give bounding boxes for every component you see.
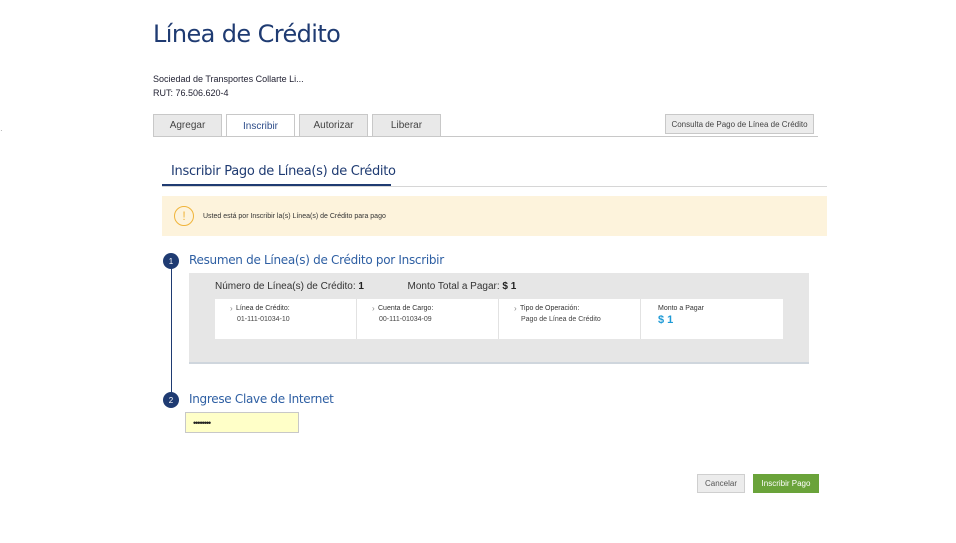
operation-type-label: Tipo de Operación:	[520, 305, 580, 312]
submit-payment-button[interactable]: Inscribir Pago	[753, 474, 819, 493]
step-connector	[171, 268, 172, 393]
total-amount-value: $ 1	[502, 281, 517, 292]
alert-text: Usted está por Inscribir la(s) Línea(s) …	[203, 212, 386, 220]
consult-payment-button[interactable]: Consulta de Pago de Línea de Crédito	[665, 114, 814, 134]
amount-cell: Monto a Pagar $ 1	[641, 299, 783, 339]
company-rut: RUT: 76.506.620-4	[153, 88, 229, 98]
line-count-value: 1	[358, 281, 364, 292]
charge-account-label: Cuenta de Cargo:	[378, 305, 434, 312]
internet-password-input[interactable]	[185, 412, 299, 433]
section-divider	[162, 186, 827, 187]
summary-panel: Número de Línea(s) de Crédito: 1 Monto T…	[189, 273, 809, 364]
summary-detail-row: › Línea de Crédito: 01-111-01034-10 › Cuen…	[215, 299, 783, 339]
tab-liberar[interactable]: Liberar	[372, 114, 441, 136]
chevron-right-icon: ›	[372, 304, 375, 313]
line-count-label: Número de Línea(s) de Crédito:	[215, 281, 356, 292]
credit-line-cell: › Línea de Crédito: 01-111-01034-10	[215, 299, 357, 339]
tab-bar: Agregar Inscribir Autorizar Liberar	[153, 114, 445, 137]
charge-account-cell: › Cuenta de Cargo: 00-111-01034-09	[357, 299, 499, 339]
chevron-right-icon: ›	[230, 304, 233, 313]
cancel-button[interactable]: Cancelar	[697, 474, 745, 493]
warning-icon: !	[174, 206, 194, 226]
step-2-title: Ingrese Clave de Internet	[189, 392, 334, 406]
step-2-badge: 2	[163, 392, 179, 408]
tab-autorizar[interactable]: Autorizar	[299, 114, 368, 136]
operation-type-cell: › Tipo de Operación: Pago de Línea de Cré…	[499, 299, 641, 339]
edge-marker: ·	[0, 126, 3, 135]
tab-inscribir[interactable]: Inscribir	[226, 114, 295, 137]
summary-header: Número de Línea(s) de Crédito: 1 Monto T…	[215, 281, 516, 292]
amount-value: $ 1	[658, 314, 674, 326]
tab-divider	[153, 136, 818, 137]
operation-type-value: Pago de Línea de Crédito	[521, 316, 601, 323]
page-title: Línea de Crédito	[153, 20, 341, 48]
tab-agregar[interactable]: Agregar	[153, 114, 222, 136]
amount-label: Monto a Pagar	[658, 305, 704, 312]
alert-banner: ! Usted está por Inscribir la(s) Línea(s…	[162, 196, 827, 236]
credit-line-label: Línea de Crédito:	[236, 305, 290, 312]
company-name: Sociedad de Transportes Collarte Li...	[153, 74, 304, 84]
chevron-right-icon: ›	[514, 304, 517, 313]
section-title: Inscribir Pago de Línea(s) de Crédito	[171, 164, 396, 179]
step-1-badge: 1	[163, 253, 179, 269]
total-amount-label: Monto Total a Pagar:	[407, 281, 500, 292]
step-1-title: Resumen de Línea(s) de Crédito por Inscr…	[189, 253, 444, 267]
credit-line-value: 01-111-01034-10	[237, 316, 290, 323]
charge-account-value: 00-111-01034-09	[379, 316, 432, 323]
